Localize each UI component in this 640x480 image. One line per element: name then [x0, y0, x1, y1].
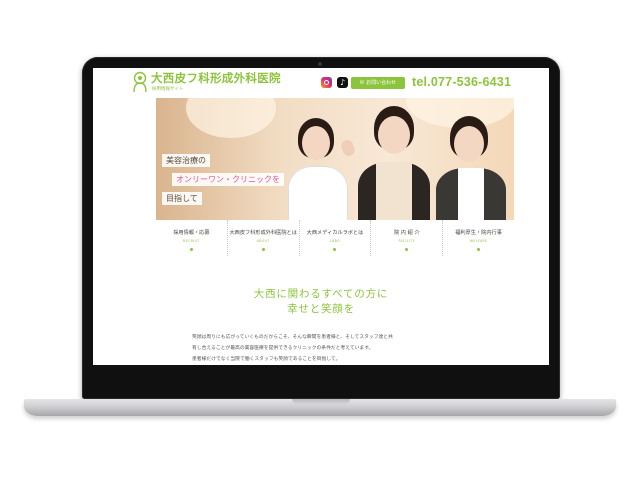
intro-heading-line-1: 大西に関わるすべての方に	[253, 288, 389, 300]
mail-icon: ✉	[359, 80, 365, 86]
tiktok-icon[interactable]: ♪	[337, 77, 348, 88]
nav-item-recruit[interactable]: 採用情報・応募 RECRUIT	[156, 220, 228, 256]
laptop-screen: 大西皮フ科形成外科医院 採用情報サイト ♪ ✉ お問い合わせ tel.077-53…	[93, 68, 549, 365]
nav-label-en: ABOUT	[256, 239, 270, 243]
hero-line-1: 美容治療の	[162, 154, 210, 167]
nav-label: 福利厚生・院内行事	[455, 230, 502, 236]
contact-button[interactable]: ✉ お問い合わせ	[351, 77, 405, 89]
intro-paragraph-line: 患者様だけでなく当院で働くスタッフも笑顔であることを目指して。	[192, 357, 341, 362]
hero-catchphrase: 美容治療の オンリーワン・クリニックを 目指して	[162, 154, 284, 214]
nav-dot-icon	[261, 248, 265, 251]
nav-label: 大西皮フ科形成外科医院とは	[229, 230, 297, 236]
nav-label: 採用情報・応募	[173, 230, 210, 236]
nav-dot-icon	[477, 248, 481, 251]
intro-paragraph-line: 笑顔は周りにも広がっていくものだからこそ、そんな瞬間を患者様と、そしてスタッフ達…	[192, 335, 393, 340]
site-logo-title[interactable]: 大西皮フ科形成外科医院	[151, 70, 281, 86]
main-nav: 採用情報・応募 RECRUIT 大西皮フ科形成外科医院とは ABOUT 大西メデ…	[156, 220, 514, 256]
ceiling-light	[186, 98, 276, 138]
nav-label-en: RECRUIT	[183, 239, 200, 243]
staff-photo-1	[284, 116, 364, 220]
laptop-base-notch	[292, 399, 350, 404]
nav-label: 院 内 紹 介	[393, 230, 420, 236]
nav-item-facility[interactable]: 院 内 紹 介 FACILITY	[371, 220, 444, 256]
logo-icon[interactable]	[132, 71, 148, 93]
laptop-base	[24, 399, 616, 416]
nav-label-en: WELFARE	[469, 239, 488, 243]
nav-item-labo[interactable]: 大西メディカルラボとは LABO	[300, 220, 372, 256]
intro-heading-line-2: 幸せと笑顔を	[287, 303, 355, 315]
nav-label-en: LABO	[329, 239, 341, 243]
staff-photo-3	[432, 116, 514, 220]
intro-paragraph-line: 有し合えることが最高の美容医療を提供できるクリニックの条件だと考えています。	[192, 346, 374, 351]
camera-dot	[318, 62, 322, 66]
contact-label: お問い合わせ	[366, 80, 397, 86]
staff-photo-2	[356, 104, 436, 220]
intro-text: 笑顔は周りにも広がっていくものだからこそ、そんな瞬間を患者様と、そしてスタッフ達…	[192, 332, 462, 365]
nav-item-about[interactable]: 大西皮フ科形成外科医院とは ABOUT	[228, 220, 300, 256]
nav-label: 大西メディカルラボとは	[306, 230, 364, 236]
nav-label-en: FACILITY	[398, 239, 416, 243]
phone-number[interactable]: tel.077-536-6431	[412, 75, 511, 89]
intro-heading: 大西に関わるすべての方に 幸せと笑顔を	[93, 287, 549, 317]
site-logo-subtitle: 採用情報サイト	[152, 87, 184, 92]
site-header: 大西皮フ科形成外科医院 採用情報サイト ♪ ✉ お問い合わせ tel.077-53…	[93, 68, 549, 98]
nav-dot-icon	[189, 248, 193, 251]
hero-line-2: オンリーワン・クリニックを	[172, 173, 284, 186]
nav-item-welfare[interactable]: 福利厚生・院内行事 WELFARE	[443, 220, 514, 256]
instagram-icon[interactable]	[321, 77, 332, 88]
nav-dot-icon	[405, 248, 409, 251]
hero-line-3: 目指して	[162, 192, 202, 205]
hero-banner: 美容治療の オンリーワン・クリニックを 目指して	[156, 98, 514, 220]
nav-dot-icon	[333, 248, 337, 251]
